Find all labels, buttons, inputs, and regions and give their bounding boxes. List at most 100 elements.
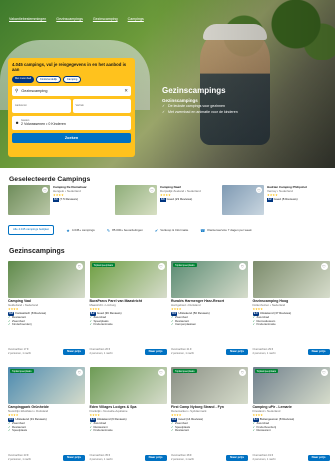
price-sub: 2 personen, 1 nacht bbox=[252, 457, 276, 461]
camping-card[interactable]: ♡ Camping Vaal Gelderland • Nederland ★★… bbox=[8, 261, 85, 361]
clear-icon[interactable]: ✕ bbox=[124, 88, 128, 94]
camping-photo: Topkampeerplaats ♡ bbox=[8, 367, 85, 404]
usp-text: Klantenservice 7 dagen per week bbox=[207, 228, 252, 232]
filter-chips: Met zwembad Kindvriendelijk Camping bbox=[12, 75, 131, 83]
camping-photo: Topkampeerplaats ♡ bbox=[252, 367, 330, 404]
filter-chip[interactable]: Camping bbox=[62, 75, 82, 83]
view-price-button[interactable]: Naar prijs bbox=[226, 454, 248, 461]
camping-photo: Topkampeerplaats ♡ bbox=[89, 261, 167, 298]
feature-item: Restaurant bbox=[171, 429, 248, 433]
phone-icon: ☎ bbox=[200, 227, 206, 233]
feature-list: ZwembadSpeelplaatsKinderanimatie bbox=[90, 315, 167, 328]
price-sub: 2 personen, 1 nacht bbox=[252, 351, 276, 355]
usp-text: Verkoop & Informatie bbox=[160, 228, 189, 232]
favorite-heart-icon[interactable]: ♡ bbox=[42, 187, 48, 193]
usp-bar: Alle 4.045 campings bekijken ★ 4.045+ cam… bbox=[8, 224, 328, 236]
view-price-button[interactable]: Naar prijs bbox=[307, 454, 330, 461]
review-count: Goed (8 Reviews) bbox=[273, 197, 298, 202]
feature-item: Kinderanimatie bbox=[253, 323, 330, 327]
camping-card[interactable]: ♡ Eden Villages Lodges & Spa Frankrijk •… bbox=[89, 367, 167, 467]
camping-photo: ♡ bbox=[89, 367, 167, 404]
check-icon: ✔ bbox=[154, 227, 159, 233]
favorite-heart-icon[interactable]: ♡ bbox=[239, 263, 246, 270]
camping-card[interactable]: Topkampeerplaats ♡ BuraParcs Parel van M… bbox=[89, 261, 167, 361]
camping-photo: ♡ bbox=[8, 185, 50, 215]
checkin-field[interactable]: Aankomst bbox=[12, 98, 71, 113]
selected-camping-list: ♡ Camping De Kleinehaar Hengelo • Nederl… bbox=[8, 185, 322, 215]
camping-card[interactable]: Topkampeerplaats ♡ Camping uPir - Lemari… bbox=[252, 367, 330, 467]
favorite-heart-icon[interactable]: ♡ bbox=[157, 263, 165, 270]
feature-item: Kinderboerderij bbox=[8, 323, 85, 327]
favorite-heart-icon[interactable]: ♡ bbox=[320, 263, 328, 270]
review-count: Goed (23 Reviews) bbox=[166, 197, 193, 202]
checkout-label: Vertrek bbox=[75, 104, 84, 108]
view-price-button[interactable]: Naar prijs bbox=[307, 348, 330, 355]
selected-camping-card[interactable]: ♡ Camping De Kleinehaar Hengelo • Nederl… bbox=[8, 185, 108, 215]
price-sub: 2 personen, 1 nacht bbox=[89, 351, 113, 355]
view-price-button[interactable]: Naar prijs bbox=[144, 454, 167, 461]
hero-usp-list: De leukste campings voor gezinnen Met zw… bbox=[162, 104, 238, 115]
price-sub: 2 personen, 1 nacht bbox=[8, 351, 31, 355]
rating-badge: 8.2 bbox=[267, 198, 273, 203]
checkout-field[interactable]: Vertrek bbox=[72, 98, 131, 113]
usp-item: ✔ Verkoop & Informatie bbox=[155, 228, 188, 233]
guests-field[interactable]: ☻ Gasten 2 Volwassenen • 0 Kinderen bbox=[12, 115, 131, 130]
search-button[interactable]: Zoeken bbox=[12, 132, 131, 143]
star-icon: ★ bbox=[66, 227, 70, 233]
favorite-heart-icon[interactable]: ♡ bbox=[76, 369, 83, 376]
selected-camping-card[interactable]: ♡ Hadrian Camping Philipshol Venray • Ne… bbox=[222, 185, 322, 215]
feature-list: ZwembadRestaurantKinderanimatie bbox=[90, 421, 167, 434]
feature-item: Speelplaats bbox=[8, 429, 85, 433]
breadcrumb-item[interactable]: Gezinscampings bbox=[56, 17, 83, 21]
selected-section-title: Geselecteerde Campings bbox=[9, 176, 91, 183]
camping-card[interactable]: Topkampeerplaats ♡ First Camp Nyborg Str… bbox=[171, 367, 248, 467]
favorite-heart-icon[interactable]: ♡ bbox=[157, 369, 165, 376]
camping-card[interactable]: ♡ Gezinscamping Hoog Dollenhuizen • Nede… bbox=[252, 261, 330, 361]
top-camping-badge: Topkampeerplaats bbox=[254, 369, 279, 373]
favorite-heart-icon[interactable]: ♡ bbox=[239, 369, 246, 376]
favorite-heart-icon[interactable]: ♡ bbox=[256, 187, 262, 193]
usp-item: ★ 4.045+ campings bbox=[66, 228, 95, 233]
feature-item: Camperplaatsen bbox=[171, 323, 248, 327]
breadcrumb-item[interactable]: Gezinscamping bbox=[93, 17, 118, 21]
feature-list: ZwembadRestaurantCamperplaatsen bbox=[171, 315, 248, 328]
all-campings-button[interactable]: Alle 4.045 campings bekijken bbox=[8, 225, 55, 235]
camping-photo: ♡ bbox=[222, 185, 264, 215]
pencil-icon: ✎ bbox=[106, 227, 111, 233]
destination-field[interactable]: ⚲ Gezinscamping ✕ bbox=[12, 85, 131, 96]
selected-camping-card[interactable]: ♡ Camping Naarl Dorpsdijk Zeeland • Nede… bbox=[115, 185, 215, 215]
favorite-heart-icon[interactable]: ♡ bbox=[149, 187, 155, 193]
view-price-button[interactable]: Naar prijs bbox=[63, 454, 85, 461]
view-price-button[interactable]: Naar prijs bbox=[226, 348, 248, 355]
review-count: (7.5 Reviews) bbox=[59, 197, 78, 202]
feature-list: RestaurantZwembadKinderboerderij bbox=[8, 315, 85, 328]
breadcrumb-item[interactable]: Vakantiebestemmingen bbox=[9, 17, 46, 21]
usp-text: 4.045+ campings bbox=[71, 228, 95, 232]
favorite-heart-icon[interactable]: ♡ bbox=[320, 369, 328, 376]
price-sub: 2 personen, 1 nacht bbox=[171, 351, 194, 355]
view-price-button[interactable]: Naar prijs bbox=[144, 348, 167, 355]
page-title: Gezinscampings bbox=[162, 86, 226, 95]
favorite-heart-icon[interactable]: ♡ bbox=[76, 263, 83, 270]
price-sub: 2 personen, 1 nacht bbox=[89, 457, 113, 461]
checkin-label: Aankomst bbox=[15, 104, 27, 108]
breadcrumb-item[interactable]: Campings bbox=[128, 17, 144, 21]
rating-badge: 8.6 bbox=[53, 198, 59, 203]
person-icon: ☻ bbox=[15, 119, 20, 125]
camping-card[interactable]: Topkampeerplaats ♡ Campingpark Grünheide… bbox=[8, 367, 85, 467]
filter-chip[interactable]: Kindvriendelijk bbox=[36, 75, 61, 83]
family-camping-grid: ♡ Camping Vaal Gelderland • Nederland ★★… bbox=[8, 261, 330, 467]
rating-badge: 8.6 bbox=[160, 198, 166, 203]
camping-photo: ♡ bbox=[252, 261, 330, 298]
feature-list: ZwembadRestaurantSpeelplaats bbox=[8, 421, 85, 434]
price-sub: 2 personen, 1 nacht bbox=[8, 457, 31, 461]
search-headline: 4.045 campings, vul je reisgegevens in e… bbox=[12, 62, 127, 73]
top-camping-badge: Topkampeerplaats bbox=[173, 369, 197, 373]
price-sub: 2 personen, 1 nacht bbox=[171, 457, 194, 461]
camping-photo: Topkampeerplaats ♡ bbox=[171, 261, 248, 298]
top-camping-badge: Topkampeerplaats bbox=[173, 263, 197, 267]
usp-item: ☎ Klantenservice 7 dagen per week bbox=[200, 228, 251, 233]
view-price-button[interactable]: Naar prijs bbox=[63, 348, 85, 355]
filter-chip[interactable]: Met zwembad bbox=[12, 75, 35, 83]
camping-card[interactable]: Topkampeerplaats ♡ Ruralés Harmenger Har… bbox=[171, 261, 248, 361]
